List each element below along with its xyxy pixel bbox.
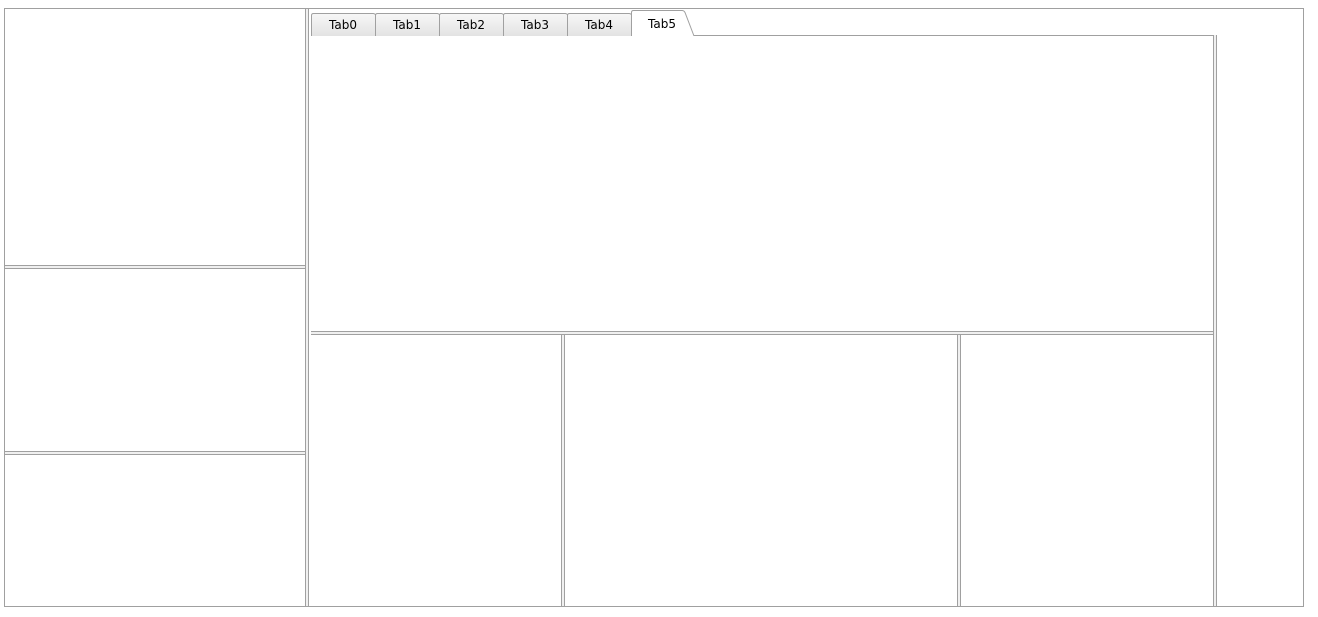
left-pane-bottom bbox=[5, 455, 305, 606]
bottom-pane-right bbox=[961, 335, 1213, 606]
tab-strip: Tab0 Tab1 Tab2 Tab3 Tab4 Tab5 bbox=[311, 9, 1215, 37]
left-pane-top bbox=[5, 9, 305, 265]
left-pane-middle bbox=[5, 269, 305, 451]
tab-5-shape bbox=[631, 10, 695, 37]
bottom-pane-left bbox=[311, 335, 561, 606]
app-window: Tab0 Tab1 Tab2 Tab3 Tab4 Tab5 bbox=[4, 8, 1304, 607]
tab-content-pane bbox=[311, 36, 1213, 331]
main-left-splitter[interactable] bbox=[305, 9, 309, 606]
bottom-pane-center bbox=[565, 335, 957, 606]
right-pane bbox=[1217, 9, 1303, 606]
